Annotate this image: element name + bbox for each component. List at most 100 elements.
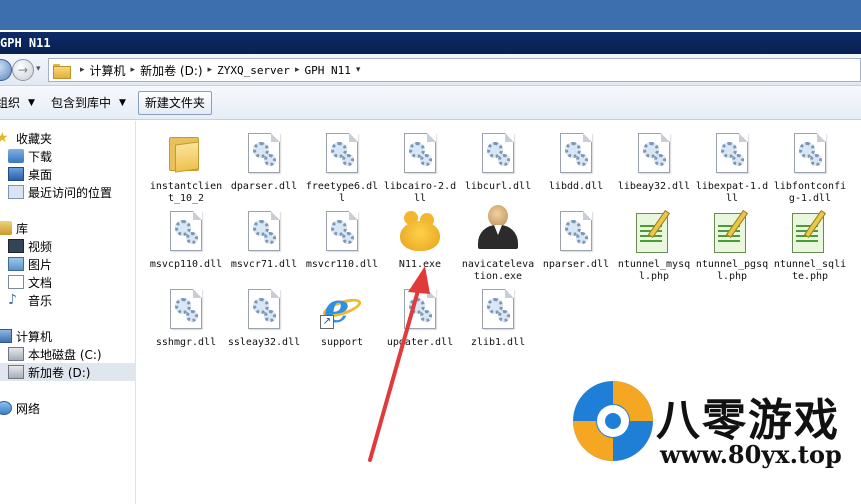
recent-places-icon xyxy=(8,185,24,199)
dll-icon xyxy=(560,133,592,173)
sidebar-item-label: 桌面 xyxy=(28,167,53,182)
sidebar-item-favorites[interactable]: ★ 收藏夹 xyxy=(0,129,132,147)
sidebar-item-label: 音乐 xyxy=(28,293,53,308)
sidebar-item-libraries[interactable]: 库 xyxy=(0,219,132,237)
address-bar[interactable]: ▸ 计算机 ▸ 新加卷 (D:) ▸ ZYXQ_server ▸ GPH N11… xyxy=(48,58,861,82)
address-row: → ▾ ▸ 计算机 ▸ 新加卷 (D:) ▸ ZYXQ_server ▸ GPH… xyxy=(0,54,861,86)
file-name: libcurl.dll xyxy=(464,181,532,192)
dll-icon xyxy=(482,289,514,329)
dll-icon xyxy=(482,133,514,173)
sidebar-item-label: 下载 xyxy=(28,149,53,164)
watermark-logo xyxy=(573,381,653,461)
organize-label: 组织 xyxy=(0,96,21,110)
sidebar-item-label: 文档 xyxy=(28,275,53,290)
file-item[interactable]: N11.exe xyxy=(381,203,459,285)
chevron-right-icon[interactable]: ▸ xyxy=(208,65,213,75)
file-item[interactable]: navicatelevation.exe xyxy=(459,203,537,285)
back-button[interactable] xyxy=(0,59,12,81)
folder-icon xyxy=(53,63,71,79)
document-icon xyxy=(8,275,24,289)
file-item[interactable]: freetype6.dll xyxy=(303,125,381,207)
file-item[interactable]: ntunnel_sqlite.php xyxy=(771,203,849,285)
user-icon xyxy=(476,205,520,249)
sidebar-item-new-volume-d[interactable]: 新加卷 (D:) xyxy=(0,363,136,381)
php-script-icon xyxy=(792,209,828,253)
sidebar-item-documents[interactable]: 文档 xyxy=(8,273,144,291)
file-item[interactable]: libcairo-2.dll xyxy=(381,125,459,207)
dll-icon xyxy=(404,289,436,329)
star-icon: ★ xyxy=(0,130,9,146)
organize-menu[interactable]: 组织 ▼ xyxy=(0,91,43,115)
video-icon xyxy=(8,239,24,253)
include-label: 包含到库中 xyxy=(50,96,111,110)
forward-button[interactable]: → xyxy=(12,59,34,81)
file-name: msvcr110.dll xyxy=(305,259,379,270)
dll-icon xyxy=(248,211,280,251)
include-in-library-menu[interactable]: 包含到库中 ▼ xyxy=(43,91,134,115)
chevron-down-icon: ▼ xyxy=(28,97,35,108)
file-item[interactable]: msvcp110.dll xyxy=(147,203,225,285)
breadcrumb-volume-d[interactable]: 新加卷 (D:) xyxy=(140,62,202,79)
sidebar-item-downloads[interactable]: 下载 xyxy=(8,147,144,165)
file-name: ntunnel_sqlite.php xyxy=(773,259,847,282)
chevron-right-icon[interactable]: ▸ xyxy=(295,65,300,75)
file-name: libeay32.dll xyxy=(617,181,691,192)
sidebar-item-videos[interactable]: 视频 xyxy=(8,237,144,255)
dll-icon xyxy=(248,133,280,173)
dll-icon xyxy=(716,133,748,173)
file-name: zlib1.dll xyxy=(470,337,526,348)
file-item[interactable]: msvcr71.dll xyxy=(225,203,303,285)
picture-icon xyxy=(8,257,24,271)
breadcrumb-computer[interactable]: 计算机 xyxy=(90,62,126,79)
download-icon xyxy=(8,149,24,163)
chevron-down-icon[interactable]: ▾ xyxy=(356,65,361,75)
file-item[interactable]: libfontconfig-1.dll xyxy=(771,125,849,207)
new-folder-button[interactable]: 新建文件夹 xyxy=(137,90,212,115)
dll-icon xyxy=(326,211,358,251)
sidebar-item-label: 收藏夹 xyxy=(16,131,53,146)
sidebar-item-computer[interactable]: 计算机 xyxy=(0,327,132,345)
file-name: msvcp110.dll xyxy=(149,259,223,270)
dll-icon xyxy=(560,211,592,251)
desktop-icon xyxy=(8,167,24,181)
file-item[interactable]: nparser.dll xyxy=(537,203,615,285)
file-name: N11.exe xyxy=(398,259,442,270)
file-item[interactable]: libcurl.dll xyxy=(459,125,537,207)
new-folder-label: 新建文件夹 xyxy=(144,96,205,110)
sidebar-item-desktop[interactable]: 桌面 xyxy=(8,165,144,183)
file-item[interactable]: ssleay32.dll xyxy=(225,281,303,363)
file-item[interactable]: libeay32.dll xyxy=(615,125,693,207)
chevron-right-icon[interactable]: ▸ xyxy=(131,65,136,75)
navigation-pane: ★ 收藏夹 下载 桌面 最近访问的位置 库 视频 图片 文档 ♪ 音乐 计算机 … xyxy=(0,121,136,504)
file-name: libdd.dll xyxy=(548,181,604,192)
file-item[interactable]: ntunnel_pgsql.php xyxy=(693,203,771,285)
sidebar-item-label: 图片 xyxy=(28,257,53,272)
file-item[interactable]: sshmgr.dll xyxy=(147,281,225,363)
sidebar-item-label: 计算机 xyxy=(16,329,53,344)
breadcrumb-gph-n11[interactable]: GPH N11 xyxy=(304,64,350,77)
sidebar-item-music[interactable]: ♪ 音乐 xyxy=(8,291,144,309)
file-item[interactable]: dparser.dll xyxy=(225,125,303,207)
breadcrumb-zyxq-server[interactable]: ZYXQ_server xyxy=(217,64,290,77)
sidebar-item-network[interactable]: 网络 xyxy=(0,399,132,417)
file-name: ntunnel_mysql.php xyxy=(617,259,691,282)
sidebar-item-recent[interactable]: 最近访问的位置 xyxy=(8,183,144,201)
chevron-down-icon: ▼ xyxy=(118,97,126,108)
chevron-right-icon[interactable]: ▸ xyxy=(80,65,85,75)
sidebar-item-pictures[interactable]: 图片 xyxy=(8,255,144,273)
history-dropdown-icon[interactable]: ▾ xyxy=(36,64,46,76)
file-item[interactable]: instantclient_10_2 xyxy=(147,125,225,207)
command-toolbar: 组织 ▼ 包含到库中 ▼ 新建文件夹 xyxy=(0,86,861,120)
file-name: msvcr71.dll xyxy=(230,259,298,270)
file-item[interactable]: libexpat-1.dll xyxy=(693,125,771,207)
file-item[interactable]: zlib1.dll xyxy=(459,281,537,363)
file-item[interactable]: msvcr110.dll xyxy=(303,203,381,285)
window-title: GPH N11 xyxy=(0,36,51,50)
file-item[interactable]: updater.dll xyxy=(381,281,459,363)
sidebar-item-local-disk-c[interactable]: 本地磁盘 (C:) xyxy=(8,345,144,363)
file-name: freetype6.dll xyxy=(305,181,379,204)
file-item[interactable]: ntunnel_mysql.php xyxy=(615,203,693,285)
file-item[interactable]: libdd.dll xyxy=(537,125,615,207)
file-item[interactable]: e ↗ support xyxy=(303,281,381,363)
sidebar-item-label: 最近访问的位置 xyxy=(28,185,113,200)
